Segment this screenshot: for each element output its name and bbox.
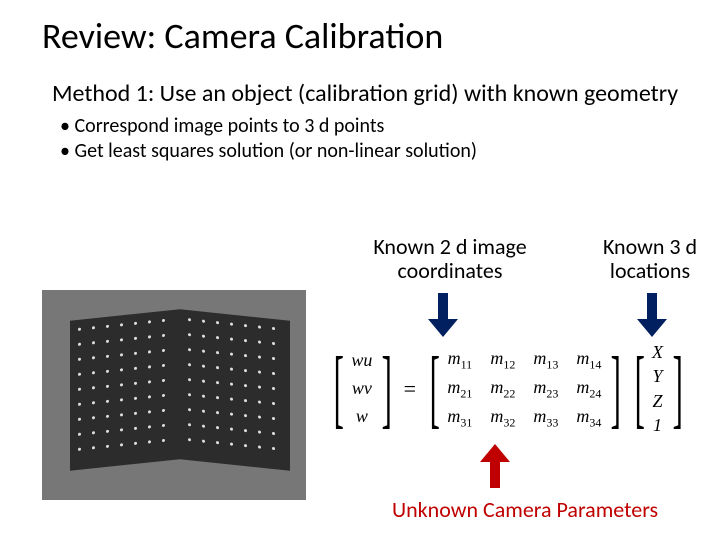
m24: m24 <box>576 374 601 403</box>
arrow-down-2d <box>428 293 458 337</box>
arrow-up-unknown <box>480 444 510 488</box>
m23: m23 <box>533 374 558 403</box>
slide-title: Review: Camera Calibration <box>42 14 688 58</box>
m22: m22 <box>490 374 515 403</box>
projection-equation: [ wu wv w ] = [ m11 m21 m31 m12 m22 m32 … <box>326 340 688 437</box>
bracket-icon: [ <box>334 349 342 429</box>
m11: m11 <box>448 345 473 374</box>
bracket-icon: ] <box>611 349 619 429</box>
bracket-icon: [ <box>634 349 642 429</box>
lhs-r2: wv <box>352 375 372 403</box>
calibration-grid-photo <box>42 290 306 500</box>
m13: m13 <box>533 345 558 374</box>
lhs-r3: w <box>356 403 368 431</box>
method-heading: Method 1: Use an object (calibration gri… <box>52 80 688 108</box>
lhs-r1: wu <box>351 347 372 375</box>
label-3d-line2: locations <box>610 257 690 284</box>
rhs-Z: Z <box>652 389 662 413</box>
m12: m12 <box>490 345 515 374</box>
bracket-icon: ] <box>382 349 390 429</box>
bullet-2: Get least squares solution (or non-linea… <box>60 139 688 164</box>
m21: m21 <box>447 374 472 403</box>
unknown-params-label: Unknown Camera Parameters <box>392 496 658 523</box>
equals-sign: = <box>398 376 422 402</box>
arrow-down-3d <box>637 293 667 337</box>
bullet-list: Correspond image points to 3 d points Ge… <box>60 114 688 164</box>
label-2d-line1: Known 2 d image <box>373 233 526 260</box>
m31: m31 <box>447 403 472 432</box>
label-2d-line2: coordinates <box>398 257 503 284</box>
rhs-1: 1 <box>653 413 662 437</box>
rhs-Y: Y <box>652 364 662 388</box>
label-2d: Known 2 d image coordinates <box>350 235 550 283</box>
bracket-icon: [ <box>430 349 438 429</box>
label-3d-line1: Known 3 d <box>603 233 697 260</box>
m33: m33 <box>533 403 558 432</box>
label-3d: Known 3 d locations <box>590 235 710 283</box>
m32: m32 <box>490 403 515 432</box>
rhs-X: X <box>652 340 663 364</box>
m34: m34 <box>576 403 601 432</box>
m14: m14 <box>576 345 601 374</box>
bracket-icon: ] <box>673 349 681 429</box>
bullet-1: Correspond image points to 3 d points <box>60 114 688 139</box>
